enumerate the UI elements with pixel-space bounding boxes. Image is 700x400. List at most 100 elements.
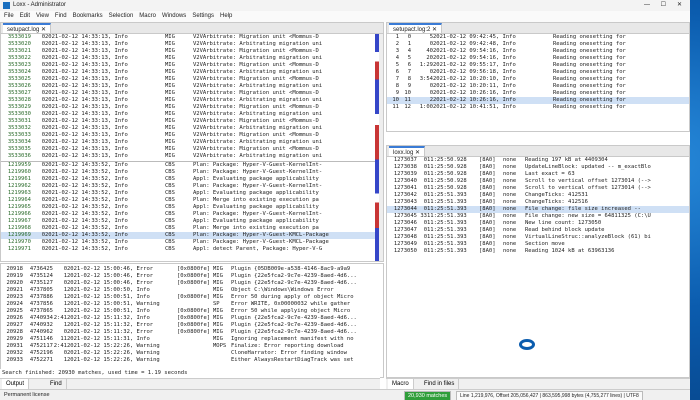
table-row[interactable]: 3533035 02021-02-12 14:33:13, Info MIG V2VA… [1,146,383,153]
table-row[interactable]: 3533032 02021-02-12 14:33:13, Info MIG V2VA… [1,125,383,132]
tab-loxx-log[interactable]: loxx.log ✕ [389,146,426,156]
table-row[interactable]: 1219971 02021-02-12 14:33:52, Info CBS Appl… [1,246,383,253]
table-row[interactable]: 1273049 011:25:51.393 [8A0] none Section mov… [387,241,689,248]
table-row[interactable]: 3533020 02021-02-12 14:33:13, Info MIG V2VA… [1,41,383,48]
table-row[interactable]: 3533029 02021-02-12 14:33:13, Info MIG V2VA… [1,104,383,111]
vertical-scrollbar[interactable] [379,34,383,261]
id-cell: 1219961 [7,176,31,182]
src-cell: CBS [165,218,175,224]
table-row[interactable]: 3533022 02021-02-12 14:33:13, Info MIG V2VA… [1,55,383,62]
tab-setupact-log-2[interactable]: setupact.log:2 ✕ [389,23,443,33]
table-row[interactable]: 20931 47521172:412021-02-12 15:22:26, War… [1,343,383,350]
table-row[interactable]: 3533026 02021-02-12 14:33:13, Info MIG V2VA… [1,83,383,90]
table-row[interactable]: 6 7 02021-02-12 09:56:18, Info Reading ones… [387,69,689,76]
table-row[interactable]: 20919 4735124 12021-02-12 15:00:46, Error [… [1,273,383,280]
table-row[interactable]: 1273044 011:25:51.393 [8A0] none File change… [387,206,689,213]
table-row[interactable]: 20933 4752271 12021-02-12 15:22:26, Warnin… [1,357,383,364]
table-row[interactable]: 4 5 202021-02-12 09:54:16, Info Reading one… [387,55,689,62]
table-row[interactable]: 1219967 02021-02-12 14:33:52, Info CBS Appl… [1,218,383,225]
table-row[interactable]: 1273047 011:25:51.393 [8A0] none Read behind… [387,227,689,234]
table-row[interactable]: 1273048 011:25:51.393 [8A0] none VirtualLine… [387,234,689,241]
close-icon[interactable]: ✕ [677,0,682,11]
table-row[interactable]: 1273043 011:25:51.393 [8A0] none ChangeTicks… [387,199,689,206]
table-row[interactable]: 3533028 02021-02-12 14:33:13, Info MIG V2VA… [1,97,383,104]
table-row[interactable]: 3533027 02021-02-12 14:33:13, Info MIG V2VA… [1,90,383,97]
table-row[interactable]: 3533036 02021-02-12 14:33:13, Info MIG V2VA… [1,153,383,160]
table-row[interactable]: 3533021 02021-02-12 14:33:13, Info MIG V2VA… [1,48,383,55]
table-row[interactable]: 20926 47409342:412021-02-12 15:11:32, Inf… [1,315,383,322]
table-row[interactable]: 3533025 02021-02-12 14:33:13, Info MIG V2VA… [1,76,383,83]
table-row[interactable]: 3533033 02021-02-12 14:33:13, Info MIG V2VA… [1,132,383,139]
table-row[interactable]: 3 4 402021-02-12 09:54:16, Info Reading one… [387,48,689,55]
table-row[interactable]: 3533019 02021-02-12 14:33:13, Info MIG V2VA… [1,34,383,41]
table-row[interactable]: 10 11 22021-02-12 10:26:16, Info Reading on… [387,97,689,104]
table-row[interactable]: 1219962 02021-02-12 14:33:52, Info CBS Plan… [1,183,383,190]
menu-item-edit[interactable]: Edit [20,13,30,19]
table-row[interactable]: 3533031 02021-02-12 14:33:13, Info MIG V2VA… [1,118,383,125]
table-row[interactable]: 1219963 02021-02-12 14:33:52, Info CBS Appl… [1,190,383,197]
menu-item-selection[interactable]: Selection [109,13,134,19]
table-row[interactable]: 1219960 02021-02-12 14:33:52, Info CBS Plan… [1,169,383,176]
menu-item-file[interactable]: File [4,13,14,19]
menu-item-windows[interactable]: Windows [162,13,186,19]
table-row[interactable]: 9 10 02021-02-12 10:26:16, Info Reading one… [387,90,689,97]
table-row[interactable]: 1219964 02021-02-12 14:33:52, Info CBS Plan… [1,197,383,204]
table-row[interactable]: 1273045 3311:25:51.393 [8A0] none File chang… [387,213,689,220]
table-row[interactable]: 1219968 02021-02-12 14:33:52, Info CBS Plan… [1,225,383,232]
table-row[interactable]: 1219966 02021-02-12 14:33:52, Info CBS Plan… [1,211,383,218]
l-cell: none [503,206,517,212]
n-cell: 1 [63,308,67,314]
table-row[interactable]: 20925 4737865 12021-02-12 15:00:51, Info [0… [1,308,383,315]
menu-item-macro[interactable]: Macro [139,13,156,19]
table-row[interactable]: 1273037 011:25:50.928 [8A0] none Reading 197… [387,157,689,164]
minimize-icon[interactable]: — [644,0,650,11]
table-row[interactable]: 3533034 02021-02-12 14:33:13, Info MIG V2VA… [1,139,383,146]
table-row[interactable]: 1273050 011:25:51.393 [8A0] none Reading 102… [387,248,689,255]
thr-cell: [8A0] [479,164,496,170]
table-row[interactable]: 2 1 02021-02-12 09:42:48, Info Reading ones… [387,41,689,48]
maximize-icon[interactable]: ☐ [661,0,666,11]
table-row[interactable]: 20924 4737856 12021-02-12 15:00:51, Warnin… [1,301,383,308]
watermark-logo-icon [512,330,542,360]
menu-item-bookmarks[interactable]: Bookmarks [73,13,103,19]
menu-item-settings[interactable]: Settings [192,13,214,19]
table-row[interactable]: 20923 4737886 12021-02-12 15:00:51, Info [0… [1,294,383,301]
id-cell: 1273039 [393,171,417,177]
table-row[interactable]: 1219959 02021-02-12 14:33:52, Info CBS Plan… [1,162,383,169]
table-row[interactable]: 3533024 02021-02-12 14:33:13, Info MIG V2VA… [1,69,383,76]
table-row[interactable]: 1273041 011:25:50.928 [8A0] none Scroll to v… [387,185,689,192]
table-row[interactable]: 3533023 02021-02-12 14:33:13, Info MIG V2VA… [1,62,383,69]
table-row[interactable]: 1273046 011:25:51.393 [8A0] none New line co… [387,220,689,227]
table-row[interactable]: 7 8 3:542021-02-12 10:20:10, Info Reading o… [387,76,689,83]
tab-setupact-log[interactable]: setupact.log ✕ [3,23,52,33]
table-row[interactable]: 20927 4740932 12021-02-12 15:11:32, Error [… [1,322,383,329]
table-row[interactable]: 11 12 1:002021-02-12 10:41:51, Info Reading… [387,104,689,111]
table-row[interactable]: 20920 4735127 02021-02-12 15:00:46, Error [… [1,280,383,287]
table-row[interactable]: 1273040 011:25:50.928 [8A0] none Scroll to v… [387,178,689,185]
src-cell: MIG [165,97,175,103]
menu-item-find[interactable]: Find [55,13,67,19]
menu-item-help[interactable]: Help [220,13,232,19]
table-row[interactable]: 20928 4740962 02021-02-12 15:11:32, Error [… [1,329,383,336]
table-row[interactable]: 1219970 02021-02-12 14:33:52, Info CBS Plan… [1,239,383,246]
table-row[interactable]: 1219961 02021-02-12 14:33:52, Info CBS Appl… [1,176,383,183]
table-row[interactable]: 1 0 52021-02-12 09:42:45, Info Reading ones… [387,34,689,41]
ts-cell: 2021-02-12 14:33:13, Info [45,118,128,124]
table-row[interactable]: 1273042 011:25:51.393 [8A0] none ChangeTicks… [387,192,689,199]
n-cell: 0 [41,190,45,196]
table-row[interactable]: 1219965 02021-02-12 14:33:52, Info CBS Appl… [1,204,383,211]
table-row[interactable]: 8 9 02021-02-12 10:20:11, Info Reading ones… [387,83,689,90]
table-row[interactable]: 20918 4736425 02021-02-12 15:00:46, Error [… [1,266,383,273]
a-cell: 9 [407,83,411,89]
table-row[interactable]: 20921 4737805 12021-02-12 15:00:50, Info MI… [1,287,383,294]
table-row[interactable]: 20932 4752196 02021-02-12 15:22:26, Warnin… [1,350,383,357]
table-row[interactable]: 1219969 02021-02-12 14:33:52, Info CBS Plan… [1,232,383,239]
table-row[interactable]: 1273038 011:25:50.928 [8A0] none UpdateLineB… [387,164,689,171]
code-cell: [0x0800fe] [177,294,211,300]
table-row[interactable]: 3533030 02021-02-12 14:33:13, Info MIG V2VA… [1,111,383,118]
table-row[interactable]: 20929 4751146 112021-02-12 15:11:31, Info M… [1,336,383,343]
src-cell: MIG [165,146,175,152]
table-row[interactable]: 5 6 1:292021-02-12 09:55:17, Info Reading o… [387,62,689,69]
menu-item-view[interactable]: View [36,13,49,19]
table-row[interactable]: 1273039 011:25:50.928 [8A0] none Last exact … [387,171,689,178]
